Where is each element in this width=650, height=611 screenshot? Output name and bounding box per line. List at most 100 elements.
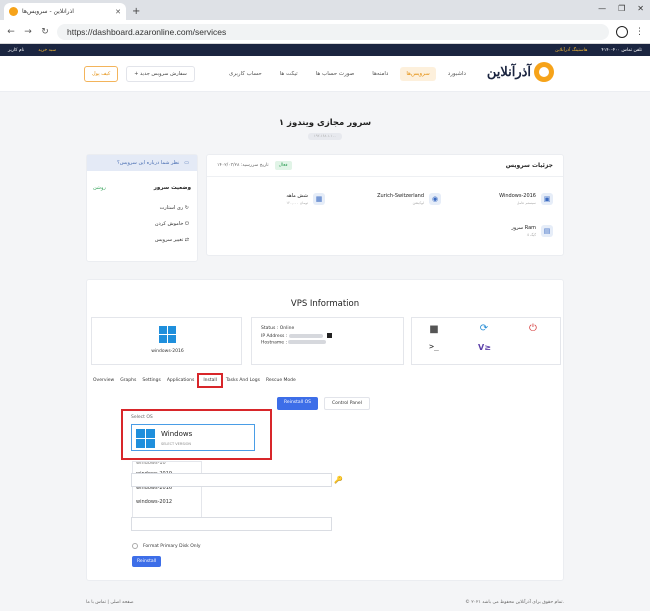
nav-tickets[interactable]: تیکت ها <box>274 67 304 81</box>
close-tab-icon[interactable]: ✕ <box>115 8 121 16</box>
site-header: آذرآنلاین داشبورد سرویس‌ها دامنه‌ها صورت… <box>0 56 650 92</box>
ip-value-blurred <box>288 333 323 338</box>
power-icon[interactable]: ⏻ <box>527 323 539 334</box>
details-title: جزئیات سرویس <box>505 162 553 169</box>
wallet-button[interactable]: کیف پول <box>84 66 119 82</box>
top-strip: نام کاربر سبد خرید هاستینگ آذرآنلاین تلف… <box>0 44 650 56</box>
detail-location-label: Zurich-Switzerland <box>377 193 424 199</box>
nav-invoices[interactable]: صورت حساب ها <box>310 67 361 81</box>
details-meta: تاریخ سررسید: ۱۴۰۲/۰۳/۲۸ فعال <box>217 161 292 170</box>
os-option-hint: SELECT VERSION <box>161 442 191 446</box>
version-dropdown: windows-10 windows-2019 windows-2016 win… <box>132 461 202 518</box>
windows-os-option[interactable]: Windows SELECT VERSION <box>131 424 255 451</box>
new-tab-icon[interactable]: + <box>132 3 140 20</box>
nav-domains[interactable]: دامنه‌ها <box>366 67 394 81</box>
user-menu[interactable]: نام کاربر <box>8 48 24 53</box>
shutdown-action[interactable]: خاموش کردن ⏻ <box>87 221 197 227</box>
tab-bar: آذرآنلاین - سرویس‌ها ✕ + — ❐ ✕ <box>0 0 650 20</box>
format-option[interactable]: Format Primary Disk Only <box>132 543 201 549</box>
logo-mark-icon <box>534 62 554 82</box>
forward-icon[interactable]: → <box>23 27 33 37</box>
hostname-value-blurred <box>288 340 327 344</box>
tab-overview[interactable]: Overview <box>93 376 114 385</box>
vps-information-card: VPS Information windows-2016 Status : On… <box>86 279 564 581</box>
main-nav: داشبورد سرویس‌ها دامنه‌ها صورت حساب ها ت… <box>223 67 472 81</box>
detail-ram-sub: 4 گیگ <box>526 233 536 237</box>
back-icon[interactable]: ← <box>6 27 16 37</box>
windows-logo-icon <box>136 429 155 448</box>
browser-tab[interactable]: آذرآنلاین - سرویس‌ها ✕ <box>4 3 126 20</box>
page-subtitle: ۱۹۲.۱۶۸.۱.۱۰۰ <box>308 133 342 140</box>
ram-icon: ▤ <box>541 225 553 237</box>
maximize-icon[interactable]: ❐ <box>618 4 625 13</box>
copy-icon[interactable] <box>327 333 333 338</box>
url-input[interactable]: https://dashboard.azaronline.com/service… <box>57 24 609 40</box>
new-service-button[interactable]: + سفارش سرویس جدید <box>126 66 195 82</box>
host-line: Hostname : <box>261 340 327 346</box>
host-label: Hostname : <box>261 340 287 346</box>
minimize-icon[interactable]: — <box>598 4 606 13</box>
logo-text: آذرآنلاین <box>486 64 531 80</box>
page-title: ۱ سرور مجازی ویندوز <box>278 118 372 128</box>
close-window-icon[interactable]: ✕ <box>637 4 644 13</box>
vps-tabs: Overview Graphs Settings Applications In… <box>93 373 296 388</box>
status-row: روشن وضعیت سرور <box>87 171 197 191</box>
status-label: وضعیت سرور <box>153 185 191 191</box>
logo[interactable]: آذرآنلاین <box>487 62 554 82</box>
key-icon[interactable]: 🔑 <box>334 476 343 484</box>
console-icon[interactable]: >_ <box>428 342 440 351</box>
tab-tasks-logs[interactable]: Tasks And Logs <box>226 376 260 385</box>
globe-icon: ◉ <box>429 193 441 205</box>
tab-settings[interactable]: Settings <box>142 376 160 385</box>
change-service-action[interactable]: تغییر سرویس ⇄ <box>87 237 197 243</box>
detail-period-sub: ۱۲۰,۰۰۰ تومان <box>286 201 308 205</box>
password-input[interactable] <box>131 473 332 487</box>
tab-install[interactable]: Install <box>197 373 223 388</box>
nav-services[interactable]: سرویس‌ها <box>400 67 436 81</box>
phone-number: تلفن تماس ۴۰۰-۴۱۴۰ <box>601 47 642 53</box>
detail-location-sub: لوکیشن <box>412 201 424 205</box>
account-icon[interactable] <box>616 26 628 38</box>
format-label: Format Primary Disk Only <box>143 543 201 549</box>
feedback-bar[interactable]: نظر شما درباره این سرویس؟ ▭ <box>87 155 197 171</box>
select-os-box: Select OS Windows SELECT VERSION <box>121 409 272 460</box>
stop-icon[interactable]: ■ <box>428 324 440 335</box>
browser-chrome: آذرآنلاین - سرویس‌ها ✕ + — ❐ ✕ ← → ↻ htt… <box>0 0 650 44</box>
select-os-label: Select OS <box>131 415 153 420</box>
vps-title: VPS Information <box>290 299 360 309</box>
tab-title: آذرآنلاین - سرویس‌ها <box>22 8 74 15</box>
nav-dashboard[interactable]: داشبورد <box>442 67 472 81</box>
footer-links[interactable]: صفحه اصلی | تماس با ما <box>86 600 134 605</box>
os-option-name: Windows <box>161 430 193 438</box>
tab-graphs[interactable]: Graphs <box>120 376 136 385</box>
reload-icon[interactable]: ↻ <box>40 27 50 37</box>
shutdown-label: خاموش کردن <box>154 221 184 227</box>
cart-link[interactable]: سبد خرید <box>38 48 56 53</box>
service-details-card: تاریخ سررسید: ۱۴۰۲/۰۳/۲۸ فعال جزئیات سرو… <box>206 154 564 256</box>
server-status-card: نظر شما درباره این سرویس؟ ▭ روشن وضعیت س… <box>86 154 198 262</box>
control-panel-button[interactable]: Control Panel <box>324 397 370 410</box>
vnc-icon[interactable]: V≥ <box>478 343 491 352</box>
change-service-label: تغییر سرویس <box>154 237 184 243</box>
tab-applications[interactable]: Applications <box>167 376 195 385</box>
reinstall-os-button[interactable]: Reinstall OS <box>277 397 318 410</box>
nav-account[interactable]: حساب کاربری <box>223 67 268 81</box>
restart-action[interactable]: ری استارت ↻ <box>87 205 197 211</box>
tab-rescue-mode[interactable]: Rescue Mode <box>266 376 296 385</box>
detail-ram-label: سرور Ram <box>511 225 536 231</box>
hosting-link[interactable]: هاستینگ آذرآنلاین <box>555 48 587 53</box>
install-button-row: Reinstall OS Control Panel <box>277 397 370 410</box>
favicon-icon <box>9 7 18 16</box>
reinstall-button[interactable]: Reinstall <box>132 556 162 567</box>
refresh-icon[interactable]: ⟳ <box>478 323 490 334</box>
header-buttons: کیف پول + سفارش سرویس جدید <box>84 66 195 82</box>
footer: صفحه اصلی | تماس با ما © ۲۰۲۱ تمام حقوق … <box>0 593 650 611</box>
radio-icon[interactable] <box>132 543 138 549</box>
window-controls: — ❐ ✕ <box>598 4 644 13</box>
footer-copyright: © ۲۰۲۱ تمام حقوق برای آذرآنلاین محفوظ می… <box>465 599 564 605</box>
text-input[interactable] <box>131 517 332 531</box>
browser-menu-icon[interactable]: ⋮ <box>635 27 644 37</box>
windows-logo-icon <box>159 326 176 343</box>
detail-os-sub: سیستم عامل <box>516 201 536 205</box>
version-option[interactable]: windows-2012 <box>133 495 201 509</box>
